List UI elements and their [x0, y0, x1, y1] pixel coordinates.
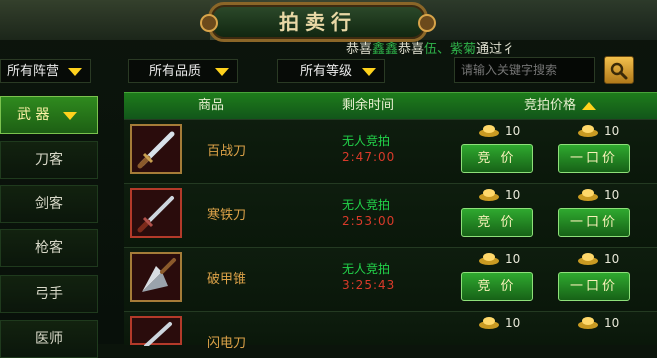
sidebar: 武 器 刀客 剑客 枪客 弓手 医师 [0, 93, 100, 358]
bid-price: 10 [505, 252, 521, 266]
item-slot[interactable] [130, 124, 182, 174]
time-remaining: 3:25:43 [342, 278, 396, 292]
announcement-marquee: 恭喜鑫鑫恭喜伍、紫菊通过彳 [346, 38, 546, 56]
chevron-down-icon [215, 68, 229, 76]
bid-button[interactable]: 竞 价 [461, 272, 533, 301]
top-bar-right-art [420, 0, 657, 40]
marquee-text-2: 鑫鑫 [372, 42, 399, 56]
top-bar: 拍卖行 [0, 0, 657, 42]
bid-price: 10 [505, 316, 521, 330]
item-slot[interactable] [130, 252, 182, 302]
faction-filter-dropdown[interactable]: 所有阵营 [0, 59, 91, 83]
level-filter-dropdown[interactable]: 所有等级 [277, 59, 385, 83]
buyout-button[interactable]: 一口价 [558, 272, 630, 301]
chevron-down-icon [63, 112, 77, 120]
blade-icon [137, 196, 174, 233]
item-slot[interactable] [130, 188, 182, 238]
level-filter-label: 所有等级 [300, 64, 353, 79]
bid-button[interactable]: 竞 价 [461, 144, 533, 173]
bid-price: 10 [505, 188, 521, 202]
item-slot[interactable] [130, 316, 182, 346]
sidebar-item-label: 医师 [35, 331, 63, 347]
buyout-price: 10 [604, 124, 620, 138]
blade-icon [137, 131, 175, 169]
sidebar-item-label: 刀客 [35, 152, 63, 168]
bid-status: 无人竞拍 [342, 262, 391, 276]
faction-filter-label: 所有阵营 [7, 64, 60, 79]
chevron-down-icon [362, 68, 376, 76]
sidebar-item-swordsman[interactable]: 剑客 [0, 185, 98, 223]
quality-filter-dropdown[interactable]: 所有品质 [128, 59, 238, 83]
time-remaining: 2:53:00 [342, 214, 396, 228]
marquee-text-5: 通过彳 [476, 42, 516, 56]
sidebar-item-label: 枪客 [35, 240, 63, 256]
buyout-price: 10 [604, 252, 620, 266]
bid-status: 无人竞拍 [342, 198, 391, 212]
header-price-sort[interactable]: 竞拍价格 [524, 93, 597, 119]
buyout-button[interactable]: 一口价 [558, 144, 630, 173]
sidebar-item-healer[interactable]: 医师 [0, 320, 98, 358]
table-row: 闪电刀 10 10 [124, 311, 657, 351]
search-button[interactable] [604, 56, 634, 84]
item-name: 寒铁刀 [207, 208, 247, 223]
buyout-price: 10 [604, 188, 620, 202]
sidebar-item-weapons[interactable]: 武 器 [0, 96, 98, 134]
marquee-text-1: 恭喜 [346, 42, 373, 56]
item-name: 百战刀 [207, 144, 247, 159]
bid-price: 10 [505, 124, 521, 138]
sidebar-item-label: 弓手 [35, 286, 63, 302]
gold-ingot-icon [578, 189, 598, 201]
quality-filter-label: 所有品质 [149, 64, 202, 79]
blade-icon [144, 322, 172, 346]
header-time: 剩余时间 [342, 98, 395, 113]
sidebar-item-archer[interactable]: 弓手 [0, 275, 98, 313]
search-icon [610, 62, 628, 80]
gold-ingot-icon [479, 317, 499, 329]
sidebar-item-spearman[interactable]: 枪客 [0, 229, 98, 267]
search-input[interactable] [454, 57, 595, 83]
table-row: 百战刀 无人竞拍 2:47:00 10 10 竞 价 一口价 [124, 119, 657, 183]
spearhead-icon [142, 258, 176, 292]
table-row: 寒铁刀 无人竞拍 2:53:00 10 10 竞 价 一口价 [124, 183, 657, 247]
item-name: 破甲锥 [207, 272, 247, 287]
header-price-label: 竞拍价格 [524, 98, 577, 113]
sidebar-item-blademaster[interactable]: 刀客 [0, 141, 98, 179]
gold-ingot-icon [578, 317, 598, 329]
gold-ingot-icon [479, 189, 499, 201]
chevron-down-icon [68, 68, 82, 76]
gold-ingot-icon [479, 253, 499, 265]
table-row: 破甲锥 无人竞拍 3:25:43 10 10 竞 价 一口价 [124, 247, 657, 311]
buyout-button[interactable]: 一口价 [558, 208, 630, 237]
item-name: 闪电刀 [207, 336, 247, 351]
sort-up-icon [582, 101, 597, 110]
gold-ingot-icon [479, 125, 499, 137]
title-plate: 拍卖行 [200, 2, 436, 42]
gold-ingot-icon [578, 253, 598, 265]
marquee-text-3: 恭喜 [398, 42, 425, 56]
sidebar-item-label: 剑客 [35, 196, 63, 212]
bid-status: 无人竞拍 [342, 134, 391, 148]
time-remaining: 2:47:00 [342, 150, 396, 164]
page-title: 拍卖行 [279, 10, 357, 34]
top-bar-left-art [0, 0, 210, 40]
bid-button[interactable]: 竞 价 [461, 208, 533, 237]
marquee-text-4: 伍、紫菊 [424, 42, 477, 56]
buyout-price: 10 [604, 316, 620, 330]
sidebar-item-label: 武 器 [17, 107, 50, 123]
table-header: 商品 剩余时间 竞拍价格 [124, 92, 657, 119]
header-item: 商品 [198, 98, 225, 113]
gold-ingot-icon [578, 125, 598, 137]
